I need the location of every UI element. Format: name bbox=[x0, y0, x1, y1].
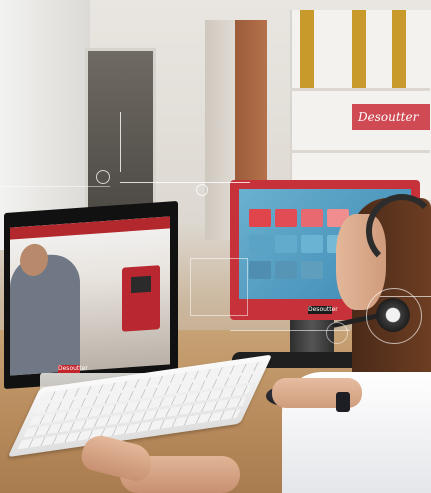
dashboard-tile bbox=[275, 209, 297, 227]
headset-icon bbox=[366, 194, 431, 268]
dashboard-tile bbox=[275, 235, 297, 253]
left-monitor-logo: Desoutter bbox=[58, 365, 88, 373]
right-monitor-logo: Desoutter bbox=[308, 306, 338, 314]
photo-scene: Desoutter Desoutter Desoutter bbox=[0, 0, 431, 493]
dashboard-tile bbox=[301, 235, 323, 253]
shelf-divider bbox=[290, 88, 430, 91]
hologram-vertical-line bbox=[120, 112, 121, 172]
hologram-line bbox=[120, 182, 250, 183]
hologram-line bbox=[380, 296, 431, 297]
dashboard-tile bbox=[275, 261, 297, 279]
dashboard-tile bbox=[301, 209, 323, 227]
hologram-ring bbox=[326, 322, 348, 344]
dashboard-tile bbox=[249, 235, 271, 253]
red-industrial-controller bbox=[122, 265, 160, 332]
dashboard-tile bbox=[249, 261, 271, 279]
background-brand-sign: Desoutter bbox=[352, 104, 430, 130]
hologram-line bbox=[0, 186, 110, 187]
yellow-binder bbox=[300, 10, 314, 88]
shelf-divider bbox=[290, 150, 430, 153]
video-call-technician bbox=[10, 252, 80, 376]
yellow-binder bbox=[392, 10, 406, 88]
wristwatch bbox=[336, 392, 350, 412]
hologram-panel bbox=[190, 258, 248, 316]
yellow-binder bbox=[352, 10, 366, 88]
video-call-screen bbox=[10, 216, 170, 376]
dashboard-tile bbox=[301, 261, 323, 279]
hologram-ring bbox=[196, 184, 208, 196]
hologram-ring bbox=[96, 170, 110, 184]
dashboard-tile bbox=[249, 209, 271, 227]
